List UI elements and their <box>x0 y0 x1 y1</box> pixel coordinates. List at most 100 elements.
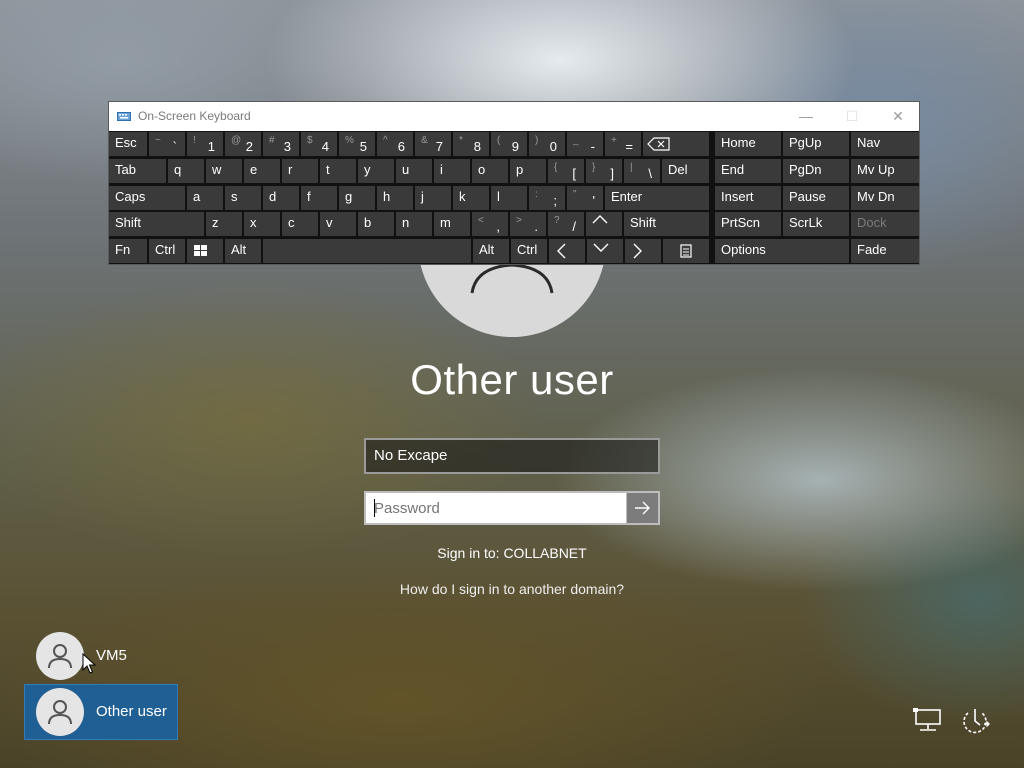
osk-title-bar[interactable]: On-Screen Keyboard — ☐ ✕ <box>109 102 919 131</box>
key-label: / <box>572 219 576 234</box>
key-symbol[interactable]: ? / <box>548 212 584 236</box>
key-b[interactable]: b <box>358 212 394 236</box>
key-9[interactable]: (9 <box>491 132 527 156</box>
key-fn[interactable]: Fn <box>109 239 147 263</box>
key-shift-symbol: ^ <box>383 135 388 146</box>
key-7[interactable]: & 7 <box>415 132 451 156</box>
key-2[interactable]: @2 <box>225 132 261 156</box>
key-o[interactable]: o <box>472 159 508 183</box>
key-pgdn[interactable]: PgDn <box>783 159 849 183</box>
key-symbol[interactable]: " ' <box>567 186 603 210</box>
key-l[interactable]: l <box>491 186 527 210</box>
submit-button[interactable] <box>627 491 660 525</box>
key-symbol[interactable]: <, <box>472 212 508 236</box>
key-symbol[interactable]: + = <box>605 132 641 156</box>
key-g[interactable]: g <box>339 186 375 210</box>
key-backspace[interactable] <box>643 132 709 156</box>
key-pgup[interactable]: PgUp <box>783 132 849 156</box>
key-k[interactable]: k <box>453 186 489 210</box>
key-x[interactable]: x <box>244 212 280 236</box>
key-arrow-up[interactable] <box>586 212 622 236</box>
key-z[interactable]: z <box>206 212 242 236</box>
key-windows[interactable] <box>187 239 223 263</box>
key-d[interactable]: d <box>263 186 299 210</box>
key-arrow-left[interactable] <box>549 239 585 263</box>
key-j[interactable]: j <box>415 186 451 210</box>
key-space[interactable] <box>263 239 471 263</box>
user-tile-other-user[interactable]: Other user <box>24 684 178 740</box>
key-c[interactable]: c <box>282 212 318 236</box>
key-end[interactable]: End <box>715 159 781 183</box>
key-arrow-right[interactable] <box>625 239 661 263</box>
key-shift[interactable]: Shift <box>109 212 204 236</box>
key-enter[interactable]: Enter <box>605 186 709 210</box>
key-label: e <box>250 162 258 177</box>
key-scrlk[interactable]: ScrLk <box>783 212 849 236</box>
user-tile-vm5[interactable]: VM5 <box>24 628 178 684</box>
username-field[interactable]: No Excape <box>364 438 660 474</box>
key-arrow-down[interactable] <box>587 239 623 263</box>
key-8[interactable]: * 8 <box>453 132 489 156</box>
key-tab[interactable]: Tab <box>109 159 166 183</box>
key-ctrl[interactable]: Ctrl <box>149 239 185 263</box>
key-4[interactable]: $4 <box>301 132 337 156</box>
key-f[interactable]: f <box>301 186 337 210</box>
key-alt[interactable]: Alt <box>473 239 509 263</box>
key-symbol[interactable]: _ - <box>567 132 603 156</box>
key-menu-key[interactable] <box>663 239 709 263</box>
key-symbol[interactable]: {[ <box>548 159 584 183</box>
key-1[interactable]: ! 1 <box>187 132 223 156</box>
key-alt[interactable]: Alt <box>225 239 261 263</box>
key-p[interactable]: p <box>510 159 546 183</box>
power-icon[interactable] <box>958 706 992 738</box>
key-s[interactable]: s <box>225 186 261 210</box>
key-0[interactable]: ) 0 <box>529 132 565 156</box>
key-v[interactable]: v <box>320 212 356 236</box>
other-domain-link[interactable]: How do I sign in to another domain? <box>0 581 1024 597</box>
password-field[interactable] <box>364 491 628 525</box>
key-label: 5 <box>359 139 367 154</box>
maximize-button[interactable]: ☐ <box>829 102 875 131</box>
key-caps[interactable]: Caps <box>109 186 185 210</box>
key-y[interactable]: y <box>358 159 394 183</box>
key-shift[interactable]: Shift <box>624 212 709 236</box>
key-h[interactable]: h <box>377 186 413 210</box>
key-esc[interactable]: Esc <box>109 132 147 156</box>
key-n[interactable]: n <box>396 212 432 236</box>
key-3[interactable]: #3 <box>263 132 299 156</box>
key-i[interactable]: i <box>434 159 470 183</box>
key-w[interactable]: w <box>206 159 242 183</box>
key-mv-up[interactable]: Mv Up <box>851 159 919 183</box>
key-nav[interactable]: Nav <box>851 132 919 156</box>
key-r[interactable]: r <box>282 159 318 183</box>
key-5[interactable]: % 5 <box>339 132 375 156</box>
key-6[interactable]: ^ 6 <box>377 132 413 156</box>
close-button[interactable]: ✕ <box>875 102 921 131</box>
key-mv-dn[interactable]: Mv Dn <box>851 186 919 210</box>
key-prtscn[interactable]: PrtScn <box>715 212 781 236</box>
key-fade[interactable]: Fade <box>851 239 919 263</box>
key-del[interactable]: Del <box>662 159 709 183</box>
key-e[interactable]: e <box>244 159 280 183</box>
key-symbol[interactable]: :; <box>529 186 565 210</box>
network-icon[interactable] <box>912 706 944 736</box>
key-symbol[interactable]: ~ ` <box>149 132 185 156</box>
arrow-right-icon <box>629 241 661 261</box>
key-t[interactable]: t <box>320 159 356 183</box>
key-symbol[interactable]: >. <box>510 212 546 236</box>
key-dock[interactable]: Dock <box>851 212 919 236</box>
key-pause[interactable]: Pause <box>783 186 849 210</box>
minimize-button[interactable]: — <box>783 102 829 131</box>
key-ctrl[interactable]: Ctrl <box>511 239 547 263</box>
key-symbol[interactable]: }] <box>586 159 622 183</box>
key-symbol[interactable]: | \ <box>624 159 660 183</box>
key-label: Options <box>721 242 766 257</box>
key-q[interactable]: q <box>168 159 204 183</box>
key-label: b <box>364 215 372 230</box>
key-home[interactable]: Home <box>715 132 781 156</box>
key-u[interactable]: u <box>396 159 432 183</box>
key-insert[interactable]: Insert <box>715 186 781 210</box>
key-a[interactable]: a <box>187 186 223 210</box>
key-m[interactable]: m <box>434 212 470 236</box>
key-options[interactable]: Options <box>715 239 849 263</box>
